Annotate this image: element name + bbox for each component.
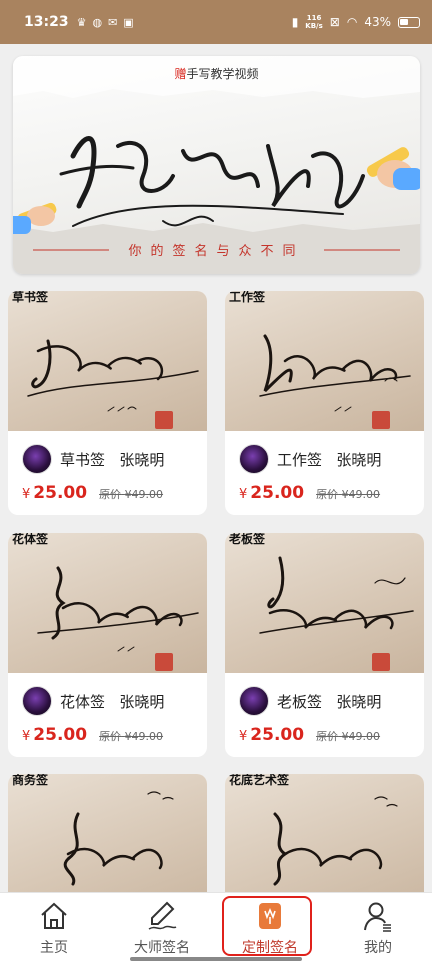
crown-icon: ♛ <box>76 15 87 29</box>
product-card[interactable]: 花底艺术签 <box>225 774 424 892</box>
card-title: 草书签 张晓明 <box>60 449 164 470</box>
card-title: 工作签 张晓明 <box>277 449 381 470</box>
orig-label: 原价 <box>316 488 339 501</box>
currency-symbol: ¥ <box>22 729 31 744</box>
original-price: 原价 ¥49.00 <box>316 728 380 744</box>
user-icon <box>364 902 391 932</box>
signature-drawing <box>37 566 199 652</box>
price-value: 25.00 <box>33 725 88 745</box>
red-seal-stamp <box>155 411 173 429</box>
sale-price: ¥25.00 <box>22 483 87 503</box>
highlight-box <box>222 896 312 956</box>
mail-icon: ✉ <box>108 15 118 29</box>
card-person: 张晓明 <box>336 692 382 711</box>
signature-photo: 工作签 <box>225 291 424 431</box>
signature-drawing <box>259 334 411 412</box>
left-hand-illustration <box>13 202 57 234</box>
tab-label: 主页 <box>40 940 68 956</box>
signature-photo: 老板签 <box>225 533 424 673</box>
seller-avatar <box>22 686 52 716</box>
gift-mark: 赠 <box>174 67 187 81</box>
signature-drawing <box>273 796 398 886</box>
card-person: 张晓明 <box>336 450 382 469</box>
battery-icon <box>398 16 420 28</box>
no-sim-icon: ⊠ <box>329 15 340 29</box>
pen-icon <box>148 901 177 930</box>
original-price: 原价 ¥49.00 <box>99 486 163 502</box>
wifi-icon: ◠ <box>346 15 358 29</box>
red-seal-stamp <box>372 411 390 429</box>
net-speed-unit: KB/s <box>305 22 323 30</box>
product-card[interactable]: 草书签 草书签 张晓明 ¥25.00 原价 ¥49.00 <box>8 291 207 515</box>
gift-text: 手写教学视频 <box>186 67 259 81</box>
card-style: 草书签 <box>60 450 106 469</box>
card-title: 老板签 张晓明 <box>277 691 381 712</box>
red-seal-stamp <box>372 653 390 671</box>
orig-price-value: ¥49.00 <box>124 488 164 501</box>
banner-slogan: 你的签名与众不同 <box>128 244 305 259</box>
product-card[interactable]: 工作签 工作签 张晓明 ¥25.00 原价 ¥49.00 <box>225 291 424 515</box>
original-price: 原价 ¥49.00 <box>99 728 163 744</box>
seller-avatar <box>239 686 269 716</box>
status-bar: 13:23 ♛ ◍ ✉ ▣ ▮ 116 KB/s ⊠ ◠ 43% <box>0 0 432 44</box>
tab-label: 我的 <box>364 940 392 956</box>
signature-drawing <box>63 791 174 886</box>
app-notification-icon: ◍ <box>92 15 103 29</box>
signature-photo: 花体签 <box>8 533 207 673</box>
orig-price-value: ¥49.00 <box>341 730 381 743</box>
home-icon <box>41 902 67 929</box>
card-style: 花体签 <box>60 692 106 711</box>
orig-label: 原价 <box>99 488 122 501</box>
tab-label: 大师签名 <box>134 940 190 956</box>
currency-symbol: ¥ <box>239 487 248 502</box>
price-value: 25.00 <box>250 483 305 503</box>
signature-photo: 商务签 <box>8 774 207 892</box>
orig-label: 原价 <box>99 730 122 743</box>
sale-price: ¥25.00 <box>22 725 87 745</box>
card-person: 张晓明 <box>119 692 165 711</box>
status-time: 13:23 <box>24 14 69 30</box>
product-card[interactable]: 花体签 花体签 张晓明 ¥25.00 原价 ¥49.00 <box>8 533 207 757</box>
signature-photo: 花底艺术签 <box>225 774 424 892</box>
app-badge-icon: ▣ <box>123 15 134 29</box>
orig-price-value: ¥49.00 <box>124 730 164 743</box>
price-value: 25.00 <box>250 725 305 745</box>
main-content[interactable]: 赠手写教学视频 你的签名与众不同 草书签 草书签 张晓明 ¥ 25.00 原价 … <box>0 44 432 892</box>
vibrate-icon: ▮ <box>291 15 299 29</box>
orig-price-value: ¥49.00 <box>341 488 381 501</box>
currency-symbol: ¥ <box>22 487 31 502</box>
tab-home[interactable]: 主页 <box>0 893 108 964</box>
seller-avatar <box>22 444 52 474</box>
card-style: 老板签 <box>277 692 323 711</box>
network-speed: 116 KB/s <box>305 14 322 30</box>
net-speed-value: 116 <box>306 14 322 22</box>
bottom-tab-bar: 主页 大师签名 定制签名 我的 <box>0 892 432 964</box>
signature-photo: 草书签 <box>8 291 207 431</box>
original-price: 原价 ¥49.00 <box>316 486 380 502</box>
promo-banner[interactable]: 赠手写教学视频 你的签名与众不同 <box>13 56 420 274</box>
card-person: 张晓明 <box>119 450 165 469</box>
currency-symbol: ¥ <box>239 729 248 744</box>
sale-price: ¥25.00 <box>239 483 304 503</box>
signature-drawing <box>27 339 199 412</box>
sale-price: ¥25.00 <box>239 725 304 745</box>
tab-custom-signature[interactable]: 定制签名 <box>216 893 324 964</box>
tab-mine[interactable]: 我的 <box>324 893 432 964</box>
product-card[interactable]: 老板签 老板签 张晓明 ¥25.00 原价 ¥49.00 <box>225 533 424 757</box>
product-card[interactable]: 商务签 <box>8 774 207 892</box>
card-style: 工作签 <box>277 450 323 469</box>
right-hand-illustration <box>366 147 420 190</box>
banner-gift-text: 赠手写教学视频 <box>13 65 420 82</box>
price-value: 25.00 <box>33 483 88 503</box>
home-indicator <box>130 957 302 961</box>
tab-master-signature[interactable]: 大师签名 <box>108 893 216 964</box>
seller-avatar <box>239 444 269 474</box>
battery-percent: 43% <box>364 15 391 29</box>
red-seal-stamp <box>155 653 173 671</box>
card-title: 花体签 张晓明 <box>60 691 164 712</box>
orig-label: 原价 <box>316 730 339 743</box>
signature-drawing <box>259 556 414 634</box>
